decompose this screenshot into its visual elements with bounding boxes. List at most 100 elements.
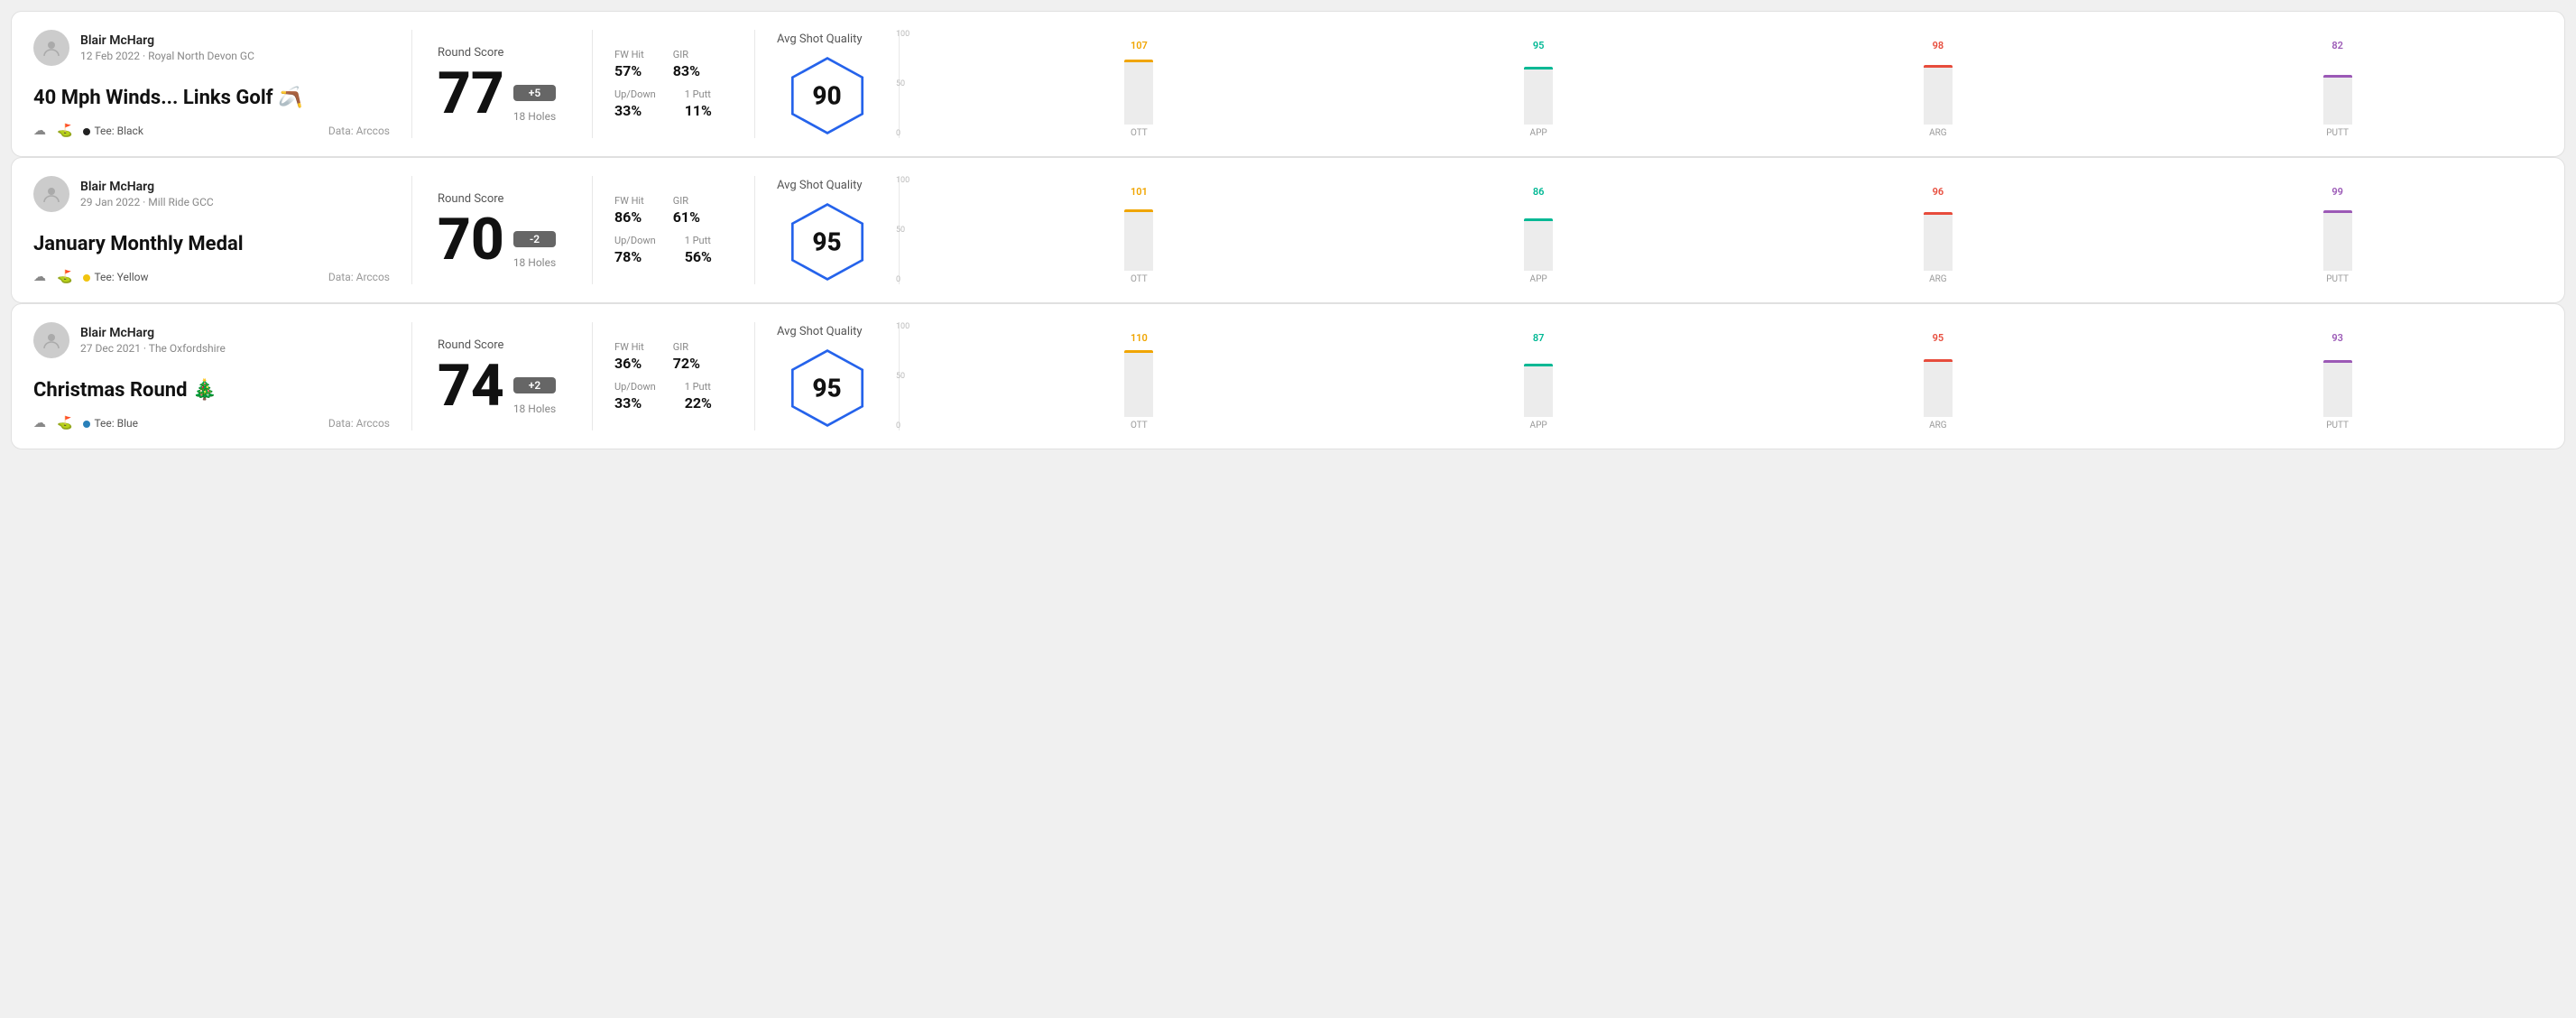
stats-row-2: Up/Down33%1 Putt11% (614, 88, 733, 119)
stat-fw-hit-value: 36% (614, 355, 644, 372)
stat-up-down: Up/Down33% (614, 88, 656, 119)
bar-bg (2323, 360, 2352, 417)
bar-top-line (1124, 60, 1153, 62)
chart-value-label: 93 (2331, 332, 2343, 344)
footer-left: ☁⛳Tee: Yellow (33, 270, 149, 284)
score-right: +218 Holes (513, 377, 556, 415)
chart-x-label: ARG (1929, 421, 1947, 430)
bar-bg (1924, 212, 1953, 271)
card-footer: ☁⛳Tee: YellowData: Arccos (33, 270, 390, 284)
stat-one-putt: 1 Putt22% (685, 381, 712, 412)
bar-bg (1124, 350, 1153, 417)
stat-up-down-value: 33% (614, 394, 656, 412)
chart-outer: 100500101OTT86APP96ARG99PUTT (921, 176, 2528, 284)
tee-label: Tee: Blue (83, 417, 138, 430)
chart-col: 82PUTT (2147, 40, 2528, 138)
quality-label: Avg Shot Quality (777, 32, 863, 46)
bar-chart: 101OTT86APP96ARG99PUTT (948, 176, 2528, 284)
bar-bg (1524, 218, 1553, 271)
chart-y-label: 100 (896, 322, 909, 331)
quality-number: 90 (812, 80, 841, 110)
chart-y-label: 0 (896, 421, 909, 430)
stat-gir-value: 72% (673, 355, 700, 372)
chart-y-label: 100 (896, 30, 909, 39)
bar-top-line (1524, 218, 1553, 221)
chart-x-label: ARG (1929, 274, 1947, 284)
stat-fw-hit-label: FW Hit (614, 341, 644, 353)
user-text: Blair McHarg12 Feb 2022 · Royal North De… (80, 33, 254, 62)
chart-value-label: 101 (1131, 186, 1148, 198)
chart-y-label: 0 (896, 129, 909, 138)
bar-top-line (2323, 75, 2352, 78)
bar-bg (1124, 60, 1153, 125)
chart-value-label: 96 (1933, 186, 1944, 198)
stat-up-down-label: Up/Down (614, 235, 656, 246)
bar-bg (1924, 65, 1953, 125)
avatar (33, 322, 69, 358)
bar-top-line (2323, 360, 2352, 363)
chart-value-label: 95 (1533, 40, 1545, 51)
chart-x-label: APP (1530, 421, 1547, 430)
stat-one-putt-value: 22% (685, 394, 712, 412)
stat-up-down: Up/Down78% (614, 235, 656, 265)
bar-wrapper (2147, 203, 2528, 271)
score-label: Round Score (438, 338, 567, 352)
bar-bg (2323, 75, 2352, 125)
score-section: Round Score77+518 Holes (412, 30, 593, 138)
stat-one-putt-value: 11% (685, 102, 712, 119)
user-name: Blair McHarg (80, 33, 254, 48)
bar-bg (2323, 210, 2352, 271)
user-name: Blair McHarg (80, 180, 214, 194)
stats-section: FW Hit57%GIR83% Up/Down33%1 Putt11% (593, 30, 755, 138)
bar-bg (1524, 67, 1553, 125)
card-left: Blair McHarg29 Jan 2022 · Mill Ride GCCJ… (33, 176, 412, 284)
stat-fw-hit: FW Hit86% (614, 195, 644, 226)
chart-value-label: 87 (1533, 332, 1545, 344)
stats-row-1: FW Hit86% GIR61% (614, 195, 733, 226)
stat-gir-value: 83% (673, 62, 700, 79)
bar-top-line (1924, 65, 1953, 68)
round-card-1: Blair McHarg12 Feb 2022 · Royal North De… (11, 11, 2565, 157)
score-section: Round Score70-218 Holes (412, 176, 593, 284)
score-number: 70 (438, 211, 504, 269)
chart-y-label: 50 (896, 79, 909, 88)
score-main: 70-218 Holes (438, 211, 567, 269)
tee-dot (83, 128, 90, 135)
stat-gir: GIR61% (673, 195, 700, 226)
user-info: Blair McHarg27 Dec 2021 · The Oxfordshir… (33, 322, 390, 358)
score-holes: 18 Holes (513, 256, 556, 269)
round-card-2: Blair McHarg29 Jan 2022 · Mill Ride GCCJ… (11, 157, 2565, 303)
score-badge: +2 (513, 377, 556, 393)
bar-bg (1124, 209, 1153, 271)
score-right: +5 18 Holes (513, 85, 556, 123)
quality-section: Avg Shot Quality 95 (755, 176, 900, 284)
avatar (33, 30, 69, 66)
bar-top-line (2323, 210, 2352, 213)
chart-value-label: 98 (1933, 40, 1944, 51)
stat-fw-hit-label: FW Hit (614, 195, 644, 207)
score-badge: +5 (513, 85, 556, 101)
score-number: 74 (438, 357, 504, 415)
bar-wrapper (2147, 57, 2528, 125)
flag-icon: ⛳ (57, 416, 72, 430)
bar-wrapper (948, 57, 1330, 125)
quality-label: Avg Shot Quality (777, 179, 863, 192)
chart-x-label: APP (1530, 128, 1547, 138)
hexagon-container: 95 (787, 201, 868, 282)
card-footer: ☁⛳Tee: BlackData: Arccos (33, 124, 390, 138)
chart-col: 95 APP (1348, 40, 1730, 138)
chart-y-label: 0 (896, 275, 909, 284)
chart-x-label: OTT (1131, 128, 1148, 138)
chart-section: 100500110OTT87APP95ARG93PUTT (900, 322, 2543, 430)
score-holes: 18 Holes (513, 110, 556, 123)
bar-wrapper (1348, 57, 1730, 125)
stats-row-1: FW Hit57%GIR83% (614, 49, 733, 79)
chart-col: 95ARG (1748, 332, 2129, 430)
chart-col: 86APP (1348, 186, 1730, 284)
quality-label: Avg Shot Quality (777, 325, 863, 338)
round-card-3: Blair McHarg27 Dec 2021 · The Oxfordshir… (11, 303, 2565, 449)
user-info: Blair McHarg12 Feb 2022 · Royal North De… (33, 30, 390, 66)
chart-col: 107OTT (948, 40, 1330, 138)
score-label: Round Score (438, 46, 567, 60)
data-source: Data: Arccos (328, 125, 390, 137)
